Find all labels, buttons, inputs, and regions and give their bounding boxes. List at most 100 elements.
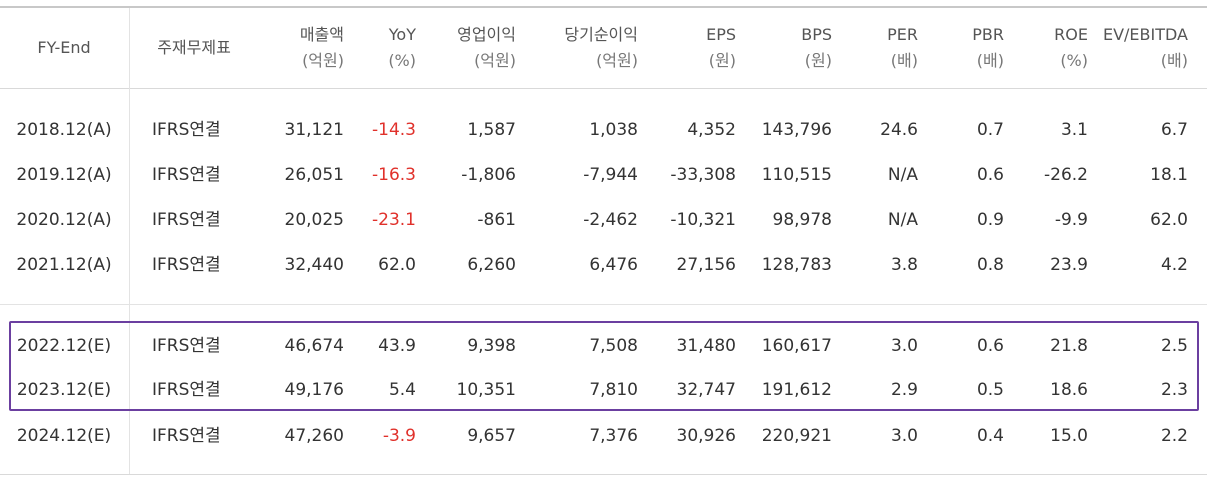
cell-ev-ebitda: 2.3	[1160, 380, 1188, 400]
cell-roe: -9.9	[1054, 210, 1088, 230]
cell-bps: 128,783	[761, 255, 832, 275]
cell-sales: 49,176	[284, 380, 344, 400]
cell-ev-ebitda: 2.2	[1160, 426, 1188, 446]
cell-bps: 143,796	[761, 120, 832, 140]
header-roe-label: ROE	[1054, 25, 1088, 44]
header-roe-unit: (%)	[1060, 51, 1088, 70]
cell-eps: -33,308	[670, 165, 736, 185]
cell-op-income: 9,657	[467, 426, 516, 446]
header-pbr-unit: (배)	[976, 51, 1004, 70]
cell-per: 3.8	[890, 255, 918, 275]
cell-roe: 15.0	[1050, 426, 1088, 446]
header-per: PER (배)	[836, 22, 918, 74]
cell-yoy: -3.9	[382, 426, 416, 446]
cell-net-income: 7,508	[589, 336, 638, 356]
header-per-unit: (배)	[890, 51, 918, 70]
cell-yoy: 62.0	[378, 255, 416, 275]
cell-yoy: -16.3	[372, 165, 416, 185]
cell-op-income: 10,351	[456, 380, 516, 400]
cell-ev-ebitda: 18.1	[1150, 165, 1188, 185]
cell-pbr: 0.4	[976, 426, 1004, 446]
cell-consolidation: IFRS연결	[152, 165, 221, 185]
cell-roe: 23.9	[1050, 255, 1088, 275]
cell-ev-ebitda: 6.7	[1160, 120, 1188, 140]
cell-net-income: 1,038	[589, 120, 638, 140]
header-ev-ebitda: EV/EBITDA (배)	[1092, 22, 1188, 74]
cell-sales: 32,440	[284, 255, 344, 275]
header-op-income-unit: (억원)	[474, 51, 516, 70]
cell-ev-ebitda: 4.2	[1160, 255, 1188, 275]
cell-bps: 110,515	[761, 165, 832, 185]
cell-roe: 18.6	[1050, 380, 1088, 400]
cell-bps: 191,612	[761, 380, 832, 400]
cell-roe: -26.2	[1044, 165, 1088, 185]
cell-eps: 32,747	[676, 380, 736, 400]
cell-bps: 220,921	[761, 426, 832, 446]
financial-summary-table: FY-End 주재무제표 매출액 (억원) YoY (%) 영업이익 (억원) …	[0, 0, 1207, 480]
header-op-income: 영업이익 (억원)	[420, 22, 516, 74]
header-roe: ROE (%)	[1008, 22, 1088, 74]
cell-roe: 3.1	[1060, 120, 1088, 140]
cell-consolidation: IFRS연결	[152, 120, 221, 140]
cell-net-income: -2,462	[583, 210, 638, 230]
cell-pbr: 0.6	[976, 336, 1004, 356]
cell-sales: 47,260	[284, 426, 344, 446]
header-fy-end: FY-End	[37, 38, 91, 57]
cell-pbr: 0.5	[976, 380, 1004, 400]
cell-eps: 27,156	[676, 255, 736, 275]
cell-yoy: 43.9	[378, 336, 416, 356]
cell-eps: 30,926	[676, 426, 736, 446]
cell-per: 3.0	[890, 426, 918, 446]
header-bps: BPS (원)	[740, 22, 832, 74]
cell-consolidation: IFRS연결	[152, 255, 221, 275]
cell-yoy: 5.4	[388, 380, 416, 400]
cell-op-income: 9,398	[467, 336, 516, 356]
header-sales: 매출액 (억원)	[248, 22, 344, 74]
cell-pbr: 0.8	[976, 255, 1004, 275]
cell-fy-end: 2024.12(E)	[16, 426, 112, 446]
group-divider	[0, 304, 1207, 305]
cell-fy-end: 2020.12(A)	[16, 210, 112, 230]
header-sales-unit: (억원)	[302, 51, 344, 70]
header-eps-label: EPS	[706, 25, 736, 44]
cell-net-income: 7,810	[589, 380, 638, 400]
header-ev-ebitda-unit: (배)	[1160, 51, 1188, 70]
cell-fy-end: 2018.12(A)	[16, 120, 112, 140]
table-bottom-border	[0, 474, 1207, 475]
cell-per: 24.6	[880, 120, 918, 140]
cell-sales: 20,025	[284, 210, 344, 230]
cell-eps: -10,321	[670, 210, 736, 230]
cell-ev-ebitda: 2.5	[1160, 336, 1188, 356]
cell-bps: 98,978	[772, 210, 832, 230]
cell-pbr: 0.9	[976, 210, 1004, 230]
cell-op-income: 1,587	[467, 120, 516, 140]
header-sales-label: 매출액	[299, 25, 344, 44]
cell-sales: 31,121	[284, 120, 344, 140]
cell-eps: 31,480	[676, 336, 736, 356]
header-yoy-unit: (%)	[388, 51, 416, 70]
cell-ev-ebitda: 62.0	[1150, 210, 1188, 230]
cell-net-income: -7,944	[583, 165, 638, 185]
header-eps-unit: (원)	[708, 51, 736, 70]
cell-pbr: 0.6	[976, 165, 1004, 185]
header-consolidation: 주재무제표	[157, 38, 231, 57]
header-net-income: 당기순이익 (억원)	[520, 22, 638, 74]
header-bps-unit: (원)	[804, 51, 832, 70]
cell-eps: 4,352	[687, 120, 736, 140]
cell-yoy: -14.3	[372, 120, 416, 140]
header-yoy-label: YoY	[388, 25, 416, 44]
cell-fy-end: 2019.12(A)	[16, 165, 112, 185]
header-pbr-label: PBR	[972, 25, 1004, 44]
cell-sales: 46,674	[284, 336, 344, 356]
cell-roe: 21.8	[1050, 336, 1088, 356]
cell-consolidation: IFRS연결	[152, 426, 221, 446]
cell-op-income: -1,806	[461, 165, 516, 185]
cell-per: 3.0	[890, 336, 918, 356]
cell-consolidation: IFRS연결	[152, 336, 221, 356]
header-op-income-label: 영업이익	[457, 25, 516, 44]
header-yoy: YoY (%)	[348, 22, 416, 74]
cell-fy-end: 2022.12(E)	[16, 336, 112, 356]
cell-op-income: -861	[477, 210, 516, 230]
header-bps-label: BPS	[801, 25, 832, 44]
header-pbr: PBR (배)	[922, 22, 1004, 74]
